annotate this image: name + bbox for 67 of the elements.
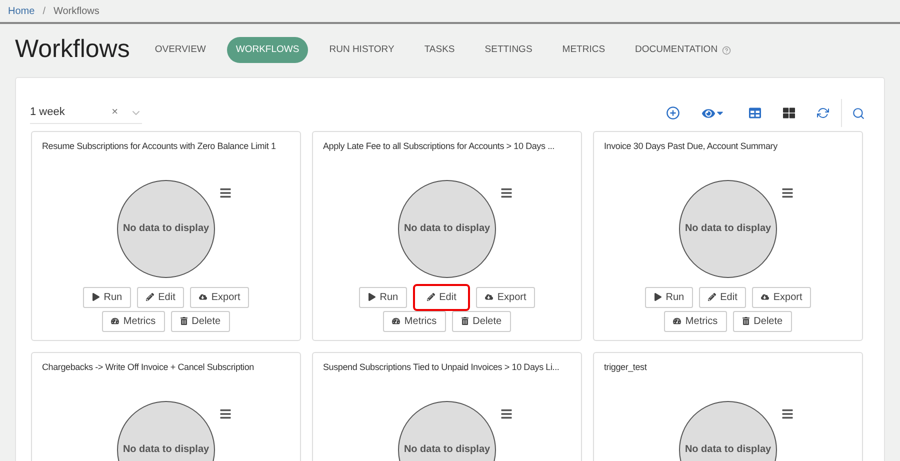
export-button[interactable]: Export	[190, 286, 250, 308]
export-icon	[199, 293, 208, 301]
export-icon	[485, 293, 494, 301]
grid-view-icon[interactable]	[783, 107, 795, 119]
empty-pie-chart: No data to display	[398, 180, 496, 278]
clear-button[interactable]: ×	[112, 104, 118, 121]
delete-button[interactable]: Delete	[170, 310, 230, 332]
table-view-icon[interactable]	[749, 107, 761, 119]
page-title: Workflows	[15, 34, 130, 66]
edit-icon	[146, 293, 154, 301]
refresh-icon[interactable]	[817, 107, 829, 119]
empty-pie-chart: No data to display	[117, 180, 215, 278]
edit-icon	[708, 293, 716, 301]
metrics-button[interactable]: Metrics	[383, 310, 446, 332]
delete-icon	[460, 317, 469, 325]
edit-button[interactable]: Edit	[137, 286, 184, 308]
metrics-icon	[673, 317, 682, 325]
workflow-title: Suspend Subscriptions Tied to Unpaid Invoices > 10 Days Li...	[323, 361, 560, 374]
run-button[interactable]: Run	[82, 286, 132, 308]
delete-icon	[742, 317, 750, 325]
export-button[interactable]: Export	[476, 286, 536, 308]
add-icon[interactable]	[666, 106, 680, 120]
metrics-icon	[392, 317, 400, 325]
run-button[interactable]: Run	[358, 286, 408, 308]
view-dropdown[interactable]	[702, 106, 725, 120]
metrics-button[interactable]: Metrics	[664, 310, 727, 332]
edit-button[interactable]: Edit	[413, 284, 470, 310]
workflow-title: Resume Subscriptions for Accounts with Zero Balance Limit 1	[42, 140, 276, 153]
empty-pie-chart: No data to display	[679, 180, 777, 278]
empty-pie-chart: No data to display	[398, 400, 496, 461]
workflow-title: Invoice 30 Days Past Due, Account Summary	[604, 140, 778, 153]
nav-tab[interactable]: TASKS	[415, 37, 464, 63]
edit-button[interactable]: Edit	[699, 286, 746, 308]
breadcrumb-separator: /	[42, 4, 46, 18]
nav-tab[interactable]: RUN HISTORY	[320, 37, 404, 63]
empty-pie-chart: No data to display	[117, 400, 215, 461]
empty-pie-chart: No data to display	[679, 400, 777, 461]
delete-icon	[180, 317, 188, 325]
edit-icon	[427, 293, 436, 301]
workflow-title: Apply Late Fee to all Subscriptions for Accounts > 10 Days ...	[323, 140, 554, 153]
menu-icon[interactable]	[219, 408, 232, 420]
eye-icon	[702, 106, 715, 120]
nav-tab[interactable]: METRICS	[553, 37, 614, 63]
menu-icon[interactable]	[219, 186, 232, 198]
menu-icon[interactable]	[500, 186, 513, 198]
menu-icon[interactable]	[781, 186, 794, 198]
delete-button[interactable]: Delete	[452, 310, 511, 332]
run-button[interactable]: Run	[644, 286, 694, 308]
run-icon	[368, 293, 376, 301]
export-icon	[761, 293, 770, 301]
breadcrumb-current: Workflows	[53, 4, 100, 18]
run-icon	[654, 293, 662, 301]
breadcrumb-link[interactable]: Home	[8, 4, 35, 18]
search-icon[interactable]	[852, 106, 865, 120]
export-button[interactable]: Export	[752, 286, 812, 308]
metrics-button[interactable]: Metrics	[102, 310, 165, 332]
metrics-icon	[111, 317, 120, 325]
menu-icon[interactable]	[500, 408, 513, 420]
run-icon	[92, 293, 100, 301]
period-select[interactable]: 1 week ×	[30, 102, 142, 124]
workflow-title: trigger_test	[604, 361, 647, 374]
menu-icon[interactable]	[781, 408, 794, 420]
nav-tab[interactable]: SETTINGS	[476, 37, 542, 63]
nav-tab[interactable]: OVERVIEW	[146, 37, 215, 63]
nav-tab[interactable]: DOCUMENTATION	[626, 37, 740, 63]
workflow-title: Chargebacks -> Write Off Invoice + Cancel Subscription	[42, 361, 254, 374]
delete-button[interactable]: Delete	[732, 310, 792, 332]
